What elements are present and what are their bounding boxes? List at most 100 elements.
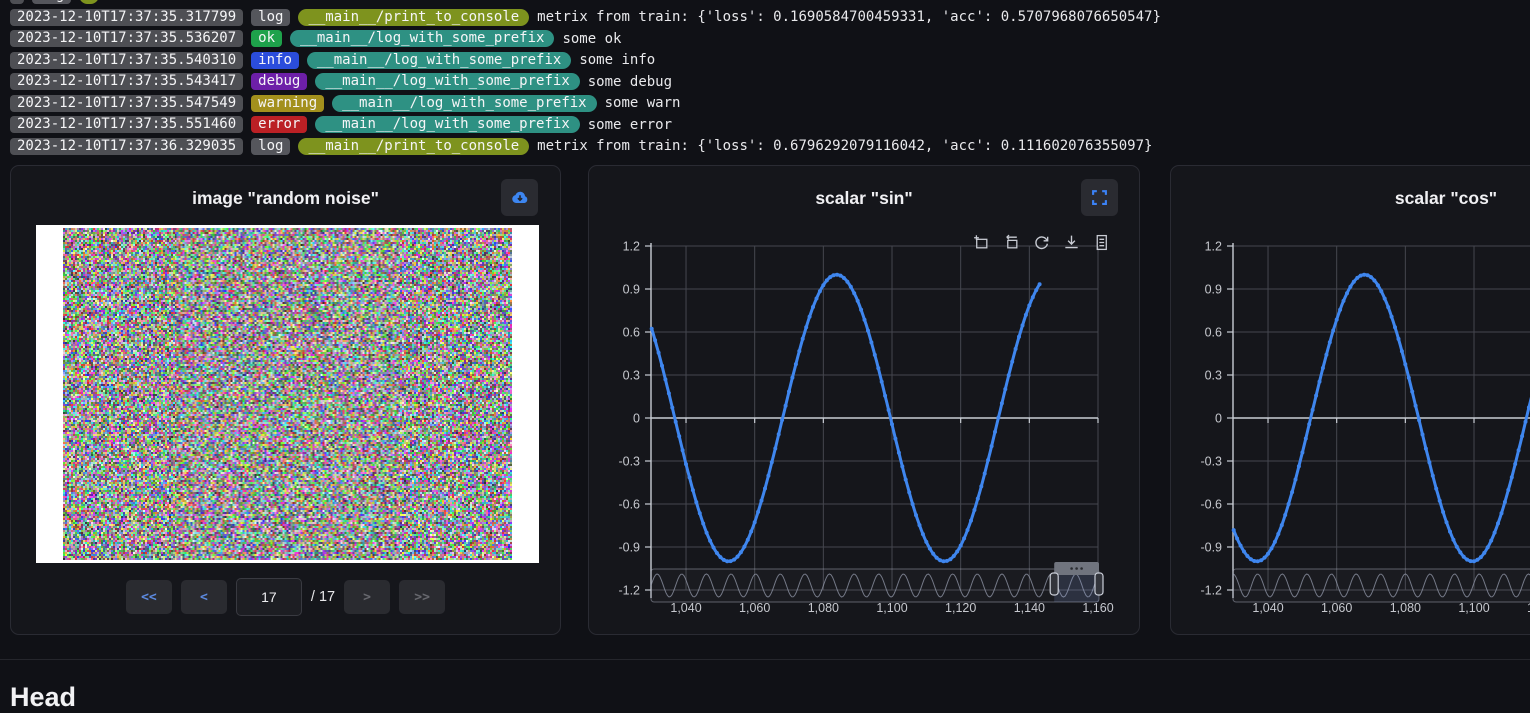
series-point bbox=[1338, 308, 1342, 312]
restore-icon[interactable] bbox=[1033, 234, 1050, 251]
log-row: 2023-12-10T17:37:35.317799log__main__/pr… bbox=[10, 7, 1530, 29]
timestamp-badge: 2023-12-10T17:37:35.547549 bbox=[10, 95, 243, 112]
series-point bbox=[942, 559, 946, 563]
series-point bbox=[667, 391, 671, 395]
last-page-button[interactable]: >> bbox=[399, 580, 445, 614]
x-tick-label: 1,160 bbox=[1082, 601, 1113, 615]
series-point bbox=[815, 297, 819, 301]
zoom-reset-icon[interactable] bbox=[1003, 234, 1020, 251]
series-point bbox=[900, 464, 904, 468]
series-point bbox=[983, 472, 987, 476]
series-point bbox=[866, 329, 870, 333]
x-tick-label: 1,080 bbox=[808, 601, 839, 615]
log-message: some debug bbox=[588, 74, 672, 90]
series-point bbox=[670, 406, 674, 410]
series-point bbox=[1331, 329, 1335, 333]
series-point bbox=[945, 559, 949, 563]
first-page-button[interactable]: << bbox=[126, 580, 172, 614]
series-point bbox=[828, 275, 832, 279]
series-point bbox=[1003, 387, 1007, 391]
log-row: 2023-12-10T17:37:35.540310info__main__/l… bbox=[10, 50, 1530, 72]
y-tick-label: 0 bbox=[1215, 412, 1222, 426]
series-point bbox=[790, 376, 794, 380]
cloud-download-icon bbox=[510, 188, 530, 208]
y-tick-label: -0.6 bbox=[618, 497, 640, 511]
series-point bbox=[1448, 530, 1452, 534]
logger-badge bbox=[79, 0, 99, 4]
series-point bbox=[1379, 289, 1383, 293]
y-tick-label: 0.6 bbox=[1205, 326, 1222, 340]
series-point bbox=[976, 497, 980, 501]
x-tick-label: 1,120 bbox=[945, 601, 976, 615]
series-point bbox=[808, 315, 812, 319]
series-point bbox=[1270, 546, 1274, 550]
log-message: some warn bbox=[605, 95, 681, 111]
series-point bbox=[839, 274, 843, 278]
series-point bbox=[1400, 349, 1404, 353]
sin-chart-title: scalar "sin" bbox=[589, 188, 1139, 209]
series-point bbox=[859, 308, 863, 312]
x-tick-label: 1,140 bbox=[1014, 601, 1045, 615]
save-image-icon[interactable] bbox=[1063, 234, 1080, 251]
series-point bbox=[1445, 520, 1449, 524]
series-point bbox=[766, 474, 770, 478]
series-point bbox=[986, 458, 990, 462]
timestamp-badge: 2023-12-10T17:37:35.536207 bbox=[10, 30, 243, 47]
series-point bbox=[663, 377, 667, 381]
data-view-icon[interactable] bbox=[1093, 234, 1110, 251]
series-point bbox=[712, 546, 716, 550]
log-row: 2023-12-10T17:37:36.329035log__main__/pr… bbox=[10, 136, 1530, 158]
series-point bbox=[1383, 297, 1387, 301]
datazoom-right-handle[interactable] bbox=[1095, 573, 1103, 595]
series-point bbox=[1290, 490, 1294, 494]
y-tick-label: -0.9 bbox=[618, 540, 640, 554]
series-point bbox=[1506, 488, 1510, 492]
next-page-button[interactable]: > bbox=[344, 580, 390, 614]
series-point bbox=[1517, 448, 1521, 452]
series-point bbox=[718, 555, 722, 559]
marquee-zoom-icon[interactable] bbox=[973, 234, 990, 251]
timestamp-badge: 2023-12-10T17:37:35.317799 bbox=[10, 9, 243, 26]
series-point bbox=[650, 327, 654, 331]
level-badge: log bbox=[251, 9, 290, 26]
series-point bbox=[907, 490, 911, 494]
page-total-label: / 17 bbox=[311, 589, 335, 605]
series-point bbox=[1348, 285, 1352, 289]
y-tick-label: -1.2 bbox=[618, 583, 640, 597]
series-point bbox=[1252, 559, 1256, 563]
series-point bbox=[1500, 511, 1504, 515]
series-point bbox=[948, 557, 952, 561]
series-point bbox=[729, 559, 733, 563]
y-tick-label: 1.2 bbox=[1205, 240, 1222, 254]
series-point bbox=[928, 547, 932, 551]
x-tick-label: 1,100 bbox=[1458, 601, 1489, 615]
series-point bbox=[722, 558, 726, 562]
logger-badge: __main__/log_with_some_prefix bbox=[307, 52, 571, 69]
section-divider bbox=[0, 659, 1530, 660]
image-card-title: image "random noise" bbox=[11, 188, 560, 209]
series-point bbox=[979, 484, 983, 488]
series-point bbox=[1524, 420, 1528, 424]
series-point bbox=[1014, 347, 1018, 351]
series-point bbox=[674, 420, 678, 424]
page-number-input[interactable] bbox=[236, 578, 302, 616]
series-point bbox=[1017, 335, 1021, 339]
series-point bbox=[1513, 462, 1517, 466]
series-point bbox=[914, 513, 918, 517]
logger-badge: __main__/log_with_some_prefix bbox=[290, 30, 554, 47]
datazoom-left-handle[interactable] bbox=[1050, 573, 1058, 595]
scalar-sin-card: 1.20.90.60.30-0.3-0.6-0.9-1.21,0401,0601… bbox=[588, 165, 1140, 635]
timestamp-badge: 2023-12-10T17:37:35.551460 bbox=[10, 116, 243, 133]
series-point bbox=[1386, 305, 1390, 309]
prev-page-button[interactable]: < bbox=[181, 580, 227, 614]
y-tick-label: 0.3 bbox=[1205, 369, 1222, 383]
series-point bbox=[1482, 551, 1486, 555]
download-image-button[interactable] bbox=[501, 179, 538, 216]
fullscreen-button[interactable] bbox=[1081, 179, 1118, 216]
series-point bbox=[1438, 499, 1442, 503]
series-point bbox=[1462, 555, 1466, 559]
series-point bbox=[1242, 550, 1246, 554]
series-point bbox=[1287, 502, 1291, 506]
series-point bbox=[715, 551, 719, 555]
series-point bbox=[739, 550, 743, 554]
